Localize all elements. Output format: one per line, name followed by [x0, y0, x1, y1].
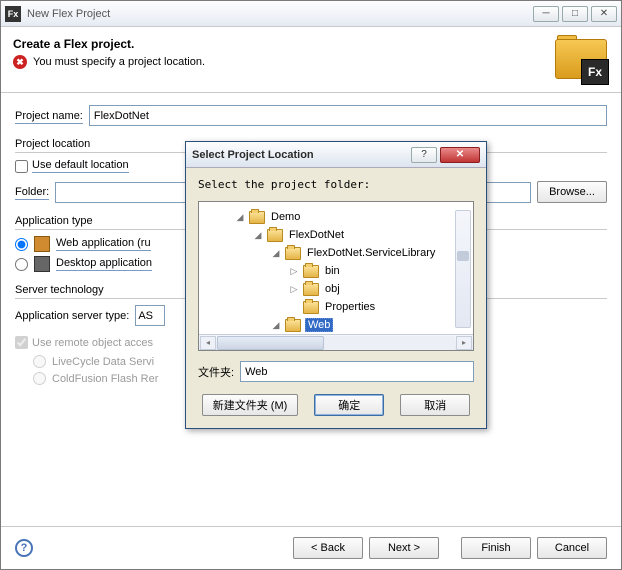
help-icon[interactable]: ?	[15, 539, 33, 557]
error-message: You must specify a project location.	[33, 56, 205, 68]
title-bar[interactable]: Fx New Flex Project ─ □ ✕	[1, 1, 621, 27]
expand-icon[interactable]: ◢	[235, 212, 245, 223]
folder-icon	[303, 265, 319, 278]
collapse-icon[interactable]: ▷	[289, 266, 299, 277]
close-button[interactable]: ✕	[591, 6, 617, 22]
dialog-cancel-button[interactable]: 取消	[400, 394, 470, 416]
dialog-title-bar[interactable]: Select Project Location ? ✕	[186, 142, 486, 168]
folder-icon	[267, 229, 283, 242]
tree-vertical-scrollbar[interactable]	[455, 210, 471, 328]
folder-icon	[285, 247, 301, 260]
use-remote-object-label: Use remote object acces	[32, 337, 153, 349]
finish-button[interactable]: Finish	[461, 537, 531, 559]
tree-node-properties[interactable]: Properties	[201, 298, 471, 316]
blank-toggle	[289, 302, 299, 312]
tree-node-demo[interactable]: ◢Demo	[201, 208, 471, 226]
use-default-location-checkbox[interactable]	[15, 160, 28, 173]
project-name-input[interactable]	[89, 105, 607, 126]
main-window: Fx New Flex Project ─ □ ✕ Create a Flex …	[0, 0, 622, 570]
project-name-label: Project name:	[15, 110, 83, 122]
dialog-close-button[interactable]: ✕	[440, 147, 480, 163]
next-button[interactable]: Next >	[369, 537, 439, 559]
tree-node-servicelibrary[interactable]: ◢FlexDotNet.ServiceLibrary	[201, 244, 471, 262]
ok-button[interactable]: 确定	[314, 394, 384, 416]
maximize-button[interactable]: □	[562, 6, 588, 22]
window-title: New Flex Project	[27, 8, 110, 20]
wizard-footer: ? < Back Next > Finish Cancel	[1, 526, 621, 569]
coldfusion-radio	[33, 372, 46, 385]
banner: Create a Flex project. ✖ You must specif…	[1, 27, 621, 93]
dialog-help-button[interactable]: ?	[411, 147, 437, 163]
select-location-dialog: Select Project Location ? ✕ Select the p…	[185, 141, 487, 429]
server-type-label: Application server type:	[15, 310, 129, 322]
tree-node-flexdotnet[interactable]: ◢FlexDotNet	[201, 226, 471, 244]
desktop-application-label: Desktop application	[56, 257, 152, 271]
server-type-select[interactable]	[135, 305, 165, 326]
desktop-application-radio[interactable]	[15, 258, 28, 271]
expand-icon[interactable]: ◢	[271, 320, 281, 331]
lifecycle-label: LiveCycle Data Servi	[52, 356, 154, 368]
tree-horizontal-scrollbar[interactable]: ◂ ▸	[199, 334, 473, 350]
desktop-app-icon	[34, 256, 50, 272]
use-default-location-label: Use default location	[32, 159, 129, 173]
tree-node-obj[interactable]: ▷obj	[201, 280, 471, 298]
folder-tree-container: ◢Demo ◢FlexDotNet ◢FlexDotNet.ServiceLib…	[198, 201, 474, 351]
web-application-label: Web application (ru	[56, 237, 151, 251]
folder-field-input[interactable]	[240, 361, 474, 382]
cancel-button[interactable]: Cancel	[537, 537, 607, 559]
web-app-icon	[34, 236, 50, 252]
folder-icon	[303, 283, 319, 296]
new-folder-button[interactable]: 新建文件夹 (M)	[202, 394, 299, 416]
flex-logo: Fx	[555, 35, 607, 83]
error-icon: ✖	[13, 55, 27, 69]
lifecycle-radio	[33, 355, 46, 368]
page-title: Create a Flex project.	[13, 37, 609, 51]
dialog-title: Select Project Location	[192, 149, 314, 161]
app-icon: Fx	[5, 6, 21, 22]
dialog-hint: Select the project folder:	[198, 178, 474, 191]
folder-field-label: 文件夹:	[198, 364, 234, 380]
folder-tree[interactable]: ◢Demo ◢FlexDotNet ◢FlexDotNet.ServiceLib…	[199, 204, 473, 334]
folder-icon	[249, 211, 265, 224]
tree-node-web[interactable]: ◢Web	[201, 316, 471, 334]
scroll-left-icon[interactable]: ◂	[200, 336, 216, 350]
web-application-radio[interactable]	[15, 238, 28, 251]
folder-icon	[285, 319, 301, 332]
collapse-icon[interactable]: ▷	[289, 284, 299, 295]
folder-icon	[303, 301, 319, 314]
use-remote-object-checkbox	[15, 336, 28, 349]
minimize-button[interactable]: ─	[533, 6, 559, 22]
coldfusion-label: ColdFusion Flash Rer	[52, 373, 158, 385]
expand-icon[interactable]: ◢	[271, 248, 281, 259]
expand-icon[interactable]: ◢	[253, 230, 263, 241]
back-button[interactable]: < Back	[293, 537, 363, 559]
scroll-right-icon[interactable]: ▸	[456, 336, 472, 350]
browse-button[interactable]: Browse...	[537, 181, 607, 203]
tree-node-bin[interactable]: ▷bin	[201, 262, 471, 280]
folder-label: Folder:	[15, 186, 49, 198]
